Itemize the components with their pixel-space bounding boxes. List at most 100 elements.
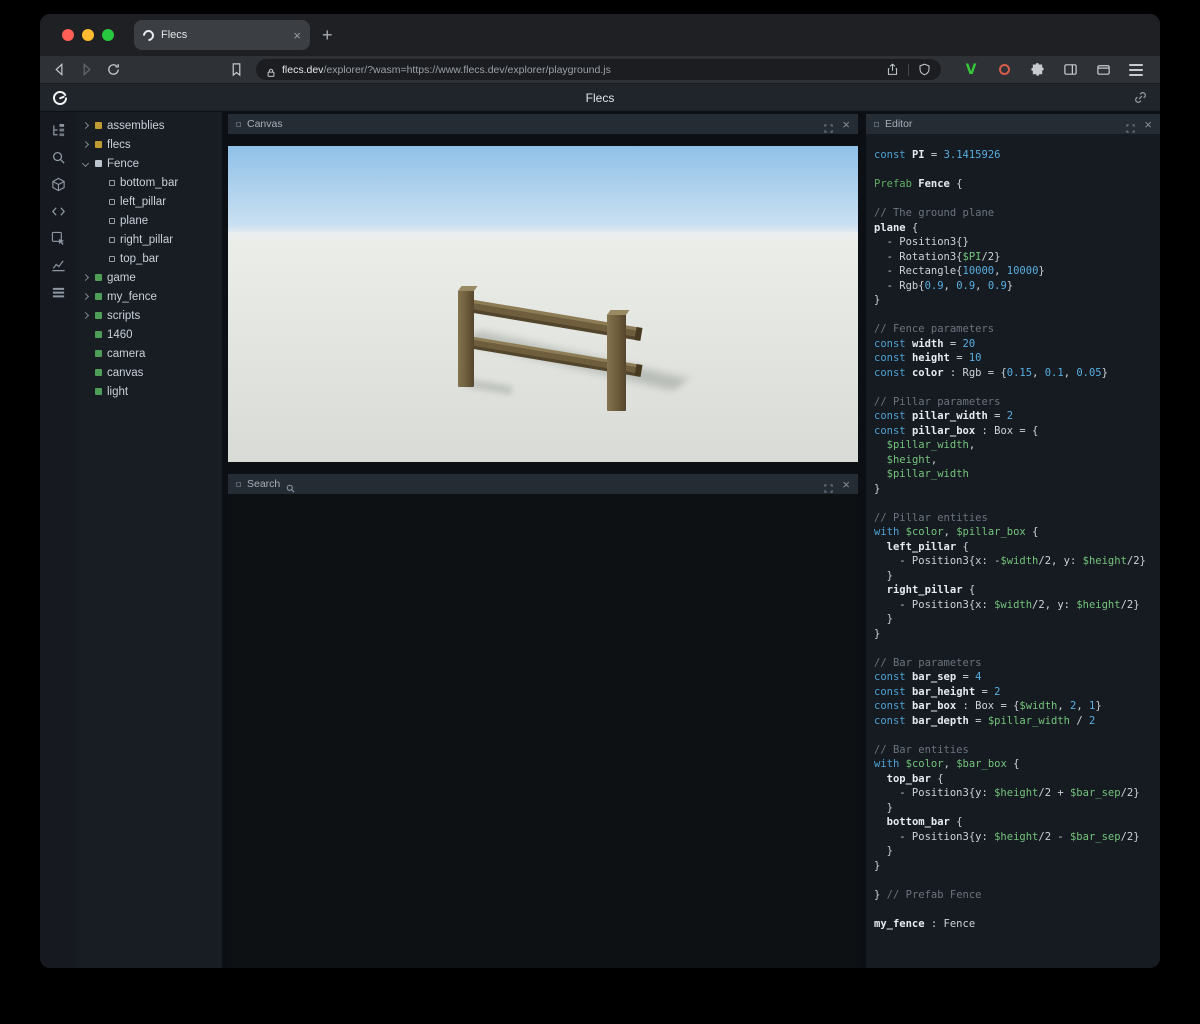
tool-list-icon[interactable]: [47, 283, 69, 301]
wallet-icon[interactable]: [1095, 62, 1111, 78]
close-icon[interactable]: ×: [842, 118, 850, 131]
code-line: [874, 728, 1156, 743]
code-line: // Pillar parameters: [874, 395, 1156, 410]
tool-inspect-icon[interactable]: [47, 229, 69, 247]
code-line: const bar_height = 2: [874, 685, 1156, 700]
browser-window: Flecs × + flecs.dev/explore: [40, 14, 1160, 968]
tree-item-game[interactable]: game: [76, 268, 222, 287]
chevron-right-icon[interactable]: [81, 292, 90, 301]
tool-tree-icon[interactable]: [47, 121, 69, 139]
shield-icon[interactable]: [918, 63, 931, 76]
sidebar-toggle-icon[interactable]: [1062, 62, 1078, 78]
expand-icon[interactable]: [1126, 120, 1135, 129]
ring-extension-icon[interactable]: [996, 62, 1012, 78]
chevron-right-icon[interactable]: [81, 311, 90, 320]
search-results-area[interactable]: [228, 494, 858, 968]
code-line: const PI = 3.1415926: [874, 148, 1156, 163]
zoom-window-button[interactable]: [102, 29, 114, 41]
entity-child-icon: [109, 237, 115, 243]
page-title: Flecs: [40, 91, 1160, 105]
chevron-spacer: [95, 197, 104, 206]
close-icon[interactable]: ×: [1144, 118, 1152, 131]
code-line: [874, 380, 1156, 395]
entity-entity-icon: [95, 350, 102, 357]
code-area[interactable]: const PI = 3.1415926 Prefab Fence { // T…: [866, 134, 1160, 968]
expand-icon[interactable]: [824, 480, 833, 489]
code-line: const bar_box : Box = {$width, 2, 1}: [874, 699, 1156, 714]
editor-panel-actions: ×: [1126, 118, 1152, 131]
extension-cluster: V: [963, 62, 1144, 78]
link-icon[interactable]: [1133, 90, 1148, 105]
share-icon[interactable]: [886, 63, 899, 76]
tool-search-icon[interactable]: [47, 148, 69, 166]
chevron-spacer: [81, 349, 90, 358]
tree-item-light[interactable]: light: [76, 382, 222, 401]
tree-item-bottom_bar[interactable]: bottom_bar: [76, 173, 222, 192]
browser-tab[interactable]: Flecs ×: [134, 20, 310, 50]
chevron-spacer: [95, 235, 104, 244]
chevron-right-icon[interactable]: [81, 121, 90, 130]
url-host: flecs.dev: [282, 64, 323, 76]
code-line: // Bar entities: [874, 743, 1156, 758]
code-line: }: [874, 801, 1156, 816]
tree-item-scripts[interactable]: scripts: [76, 306, 222, 325]
canvas-panel-header: Canvas ×: [228, 114, 858, 134]
chevron-spacer: [81, 368, 90, 377]
close-window-button[interactable]: [62, 29, 74, 41]
new-tab-button[interactable]: +: [322, 26, 333, 44]
entity-module-icon: [95, 141, 102, 148]
tab-close-icon[interactable]: ×: [293, 29, 301, 42]
sky: [228, 146, 858, 232]
tree-item-plane[interactable]: plane: [76, 211, 222, 230]
chevron-right-icon[interactable]: [81, 273, 90, 282]
tree-item-left_pillar[interactable]: left_pillar: [76, 192, 222, 211]
menu-icon[interactable]: [1128, 62, 1144, 78]
tool-stats-icon[interactable]: [47, 256, 69, 274]
tree-item-top_bar[interactable]: top_bar: [76, 249, 222, 268]
url-path: /explorer/?wasm=https://www.flecs.dev/ex…: [323, 64, 610, 76]
tree-item-label: top_bar: [120, 253, 159, 265]
tree-item-canvas[interactable]: canvas: [76, 363, 222, 382]
code-line: - Position3{y: $height/2 - $bar_sep/2}: [874, 830, 1156, 845]
url-bar[interactable]: flecs.dev/explorer/?wasm=https://www.fle…: [256, 59, 941, 80]
bookmark-icon[interactable]: [229, 62, 244, 77]
3d-viewport[interactable]: [228, 146, 858, 462]
chevron-spacer: [81, 387, 90, 396]
tool-entities-icon[interactable]: [47, 175, 69, 193]
extensions-puzzle-icon[interactable]: [1029, 62, 1045, 78]
code-line: - Position3{y: $height/2 + $bar_sep/2}: [874, 786, 1156, 801]
tree-item-label: left_pillar: [120, 196, 166, 208]
entity-module-icon: [95, 122, 102, 129]
tree-item-assemblies[interactable]: assemblies: [76, 116, 222, 135]
tab-title: Flecs: [161, 29, 286, 41]
tree-item-label: 1460: [107, 329, 133, 341]
minimize-window-button[interactable]: [82, 29, 94, 41]
panel-handle-icon: [874, 122, 879, 127]
code-line: [874, 641, 1156, 656]
tree-item-label: assemblies: [107, 120, 165, 132]
chevron-down-icon[interactable]: [81, 159, 90, 168]
tree-item-right_pillar[interactable]: right_pillar: [76, 230, 222, 249]
code-line: plane {: [874, 221, 1156, 236]
entity-tree: assemblies flecsFencebottom_bar left_pilla…: [76, 112, 222, 968]
url-text: flecs.dev/explorer/?wasm=https://www.fle…: [282, 64, 611, 76]
tree-item-flecs[interactable]: flecs: [76, 135, 222, 154]
v-extension-icon[interactable]: V: [963, 62, 979, 78]
chevron-right-icon[interactable]: [81, 140, 90, 149]
reload-button[interactable]: [106, 62, 121, 77]
code-line: }: [874, 293, 1156, 308]
tree-item-1460[interactable]: 1460: [76, 325, 222, 344]
entity-child-icon: [109, 180, 115, 186]
tool-code-icon[interactable]: [47, 202, 69, 220]
forward-button[interactable]: [79, 62, 94, 77]
tree-item-camera[interactable]: camera: [76, 344, 222, 363]
expand-icon[interactable]: [824, 120, 833, 129]
tree-item-Fence[interactable]: Fence: [76, 154, 222, 173]
tree-item-my_fence[interactable]: my_fence: [76, 287, 222, 306]
close-icon[interactable]: ×: [842, 478, 850, 491]
back-button[interactable]: [52, 62, 67, 77]
code-line: $pillar_width,: [874, 438, 1156, 453]
entity-entity-icon: [95, 388, 102, 395]
code-line: } // Prefab Fence: [874, 888, 1156, 903]
tree-item-label: light: [107, 386, 128, 398]
